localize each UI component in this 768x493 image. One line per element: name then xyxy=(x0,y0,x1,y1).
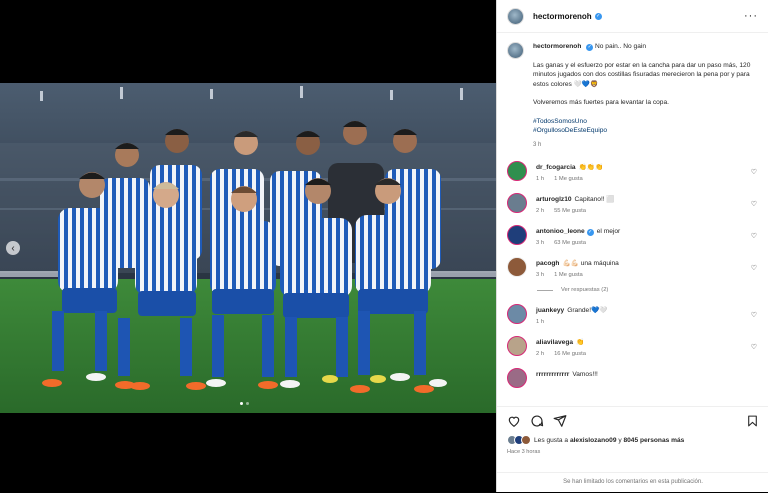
commenter-avatar[interactable] xyxy=(507,193,527,213)
caption-time: 3 h xyxy=(533,141,542,148)
comment-time: 2 h xyxy=(536,208,545,214)
carousel-dots xyxy=(240,402,249,405)
comment-item: juankeyy Grande!💙🤍 1 h ♡ xyxy=(507,304,759,325)
comment-item: rrrrrrrrrrrrr Vamos!!! xyxy=(507,368,759,388)
view-replies-button[interactable]: Ver respuestas (2) xyxy=(537,287,759,293)
commenter-username[interactable]: rrrrrrrrrrrrr xyxy=(536,371,569,378)
comment-icon[interactable] xyxy=(530,414,544,428)
author-avatar[interactable] xyxy=(507,7,524,25)
team-photo-image xyxy=(0,83,496,413)
liker-avatar xyxy=(521,435,531,445)
author-username[interactable]: hectormorenoh xyxy=(533,12,592,21)
carousel-dot xyxy=(240,402,243,405)
commenter-avatar[interactable] xyxy=(507,257,527,277)
likes-middle: y xyxy=(618,436,622,444)
comment-text: Capitano!! ⬜ xyxy=(574,196,615,203)
comment-likes[interactable]: 1 Me gusta xyxy=(554,176,583,182)
comment-item: antonioo_leone ✓ el mejor 3 h 63 Me gusta ♡ xyxy=(507,225,759,246)
hashtag-link[interactable]: #TodosSomosUno xyxy=(533,117,758,127)
caption-author-avatar[interactable] xyxy=(507,42,524,59)
likes-user[interactable]: alexislozano09 xyxy=(570,437,617,444)
commenter-avatar[interactable] xyxy=(507,161,527,181)
commenter-avatar[interactable] xyxy=(507,336,527,356)
comment-time: 1 h xyxy=(536,176,545,182)
comment-item: dr_fcogarcia 👏👏👏 1 h 1 Me gusta ♡ xyxy=(507,161,759,182)
commenter-username[interactable]: juankeyy xyxy=(536,307,564,314)
post-side-panel: hectormorenoh ✓ ··· hectormorenoh ✓ No p… xyxy=(496,0,768,492)
comment-text: el mejor xyxy=(596,228,621,235)
hashtag-link[interactable]: #OrgullosoDeEsteEquipo xyxy=(533,126,758,136)
chevron-left-icon: ‹ xyxy=(11,242,15,254)
commenter-username[interactable]: dr_fcogarcia xyxy=(536,164,576,171)
commenter-username[interactable]: aliavilavega xyxy=(536,339,573,346)
commenter-avatar[interactable] xyxy=(507,304,527,324)
comment-time: 3 h xyxy=(536,272,545,278)
verified-badge-icon: ✓ xyxy=(594,12,602,20)
comment-likes[interactable]: 1 Me gusta xyxy=(554,272,583,278)
post-header: hectormorenoh ✓ ··· xyxy=(497,0,768,33)
likes-count[interactable]: 8045 personas más xyxy=(623,437,684,444)
post-caption: hectormorenoh ✓ No pain.. No gain Las ga… xyxy=(507,42,759,150)
comment-like-heart-icon[interactable]: ♡ xyxy=(751,311,757,319)
comment-like-heart-icon[interactable]: ♡ xyxy=(751,264,757,272)
comment-likes[interactable]: 63 Me gusta xyxy=(554,240,586,246)
post-actions: Les gusta a alexislozano09 y 8045 person… xyxy=(497,406,768,492)
comment-likes[interactable]: 16 Me gusta xyxy=(554,351,586,357)
caption-username[interactable]: hectormorenoh xyxy=(533,43,581,50)
verified-badge-icon: ✓ xyxy=(586,229,594,236)
paper-plane-icon[interactable] xyxy=(553,414,567,428)
caption-paragraph: Las ganas y el esfuerzo por estar en la … xyxy=(533,61,751,88)
comment-like-heart-icon[interactable]: ♡ xyxy=(751,200,757,208)
post-timestamp: Hace 3 horas xyxy=(507,449,541,455)
carousel-dot xyxy=(246,402,249,405)
verified-badge-icon: ✓ xyxy=(586,44,594,51)
heart-outline-icon[interactable] xyxy=(507,414,521,428)
more-options-icon[interactable]: ··· xyxy=(744,10,758,22)
likes-summary[interactable]: Les gusta a alexislozano09 y 8045 person… xyxy=(507,435,759,445)
post-viewer: ‹ hectormorenoh ✓ ··· hectormorenoh ✓ No… xyxy=(0,0,768,492)
comment-like-heart-icon[interactable]: ♡ xyxy=(751,343,757,351)
comment-text: 💪🏻💪🏻 una máquina xyxy=(562,260,619,267)
commenter-username[interactable]: antonioo_leone xyxy=(536,228,585,235)
caption-lead: No pain.. No gain xyxy=(595,43,646,50)
comment-item: pacogh 💪🏻💪🏻 una máquina 3 h 1 Me gusta ♡ xyxy=(507,257,759,278)
comment-text: Grande!💙🤍 xyxy=(567,307,608,314)
likes-prefix: Les gusta a xyxy=(534,436,569,444)
comment-item: aliavilavega 👏 2 h 16 Me gusta ♡ xyxy=(507,336,759,357)
post-photo[interactable] xyxy=(0,83,496,413)
bookmark-icon[interactable] xyxy=(746,414,759,428)
comment-time: 2 h xyxy=(536,351,545,357)
comments-scroll-area[interactable]: hectormorenoh ✓ No pain.. No gain Las ga… xyxy=(497,34,768,406)
caption-line: Volveremos más fuertes para levantar la … xyxy=(533,99,669,106)
replies-divider xyxy=(537,289,553,291)
comment-likes[interactable]: 55 Me gusta xyxy=(554,208,586,214)
comment-text: 👏 xyxy=(576,339,585,346)
commenter-avatar[interactable] xyxy=(507,368,527,388)
comment-text: Vamos!!! xyxy=(572,371,598,378)
comments-limited-notice: Se han limitado los comentarios en esta … xyxy=(497,472,768,493)
comment-time: 1 h xyxy=(536,319,545,325)
view-replies-label: Ver respuestas (2) xyxy=(561,287,609,293)
comment-like-heart-icon[interactable]: ♡ xyxy=(751,232,757,240)
comment-item: arturoglz10 Capitano!! ⬜ 2 h 55 Me gusta ♡ xyxy=(507,193,759,214)
commenter-avatar[interactable] xyxy=(507,225,527,245)
comment-text: 👏👏👏 xyxy=(578,164,604,171)
commenter-username[interactable]: arturoglz10 xyxy=(536,196,572,203)
comment-like-heart-icon[interactable]: ♡ xyxy=(751,168,757,176)
media-area: ‹ xyxy=(0,0,496,492)
comment-time: 3 h xyxy=(536,240,545,246)
previous-photo-button[interactable]: ‹ xyxy=(6,241,20,255)
commenter-username[interactable]: pacogh xyxy=(536,260,559,267)
